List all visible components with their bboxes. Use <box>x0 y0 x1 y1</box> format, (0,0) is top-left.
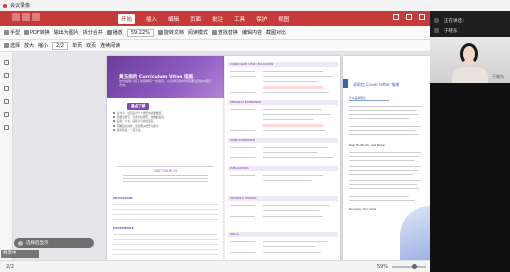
main-menu: 开始 插入 编辑 页面 批注 工具 保护 视图 <box>118 11 289 26</box>
status-bar: 2/2 59% <box>0 260 430 272</box>
menu-page[interactable]: 页面 <box>190 15 201 23</box>
search-sidebar-icon[interactable] <box>3 112 9 117</box>
page3-accent-bar <box>343 79 348 88</box>
meeting-top-bar: 会议录像 <box>0 0 510 11</box>
speaker-header: 正在讲话： 于晓东 <box>430 11 510 37</box>
minimize-icon[interactable] <box>393 14 399 20</box>
status-zoom: 59% <box>376 263 388 270</box>
user-icon <box>434 28 439 33</box>
continuous-read-button[interactable]: 连续阅读 <box>100 42 120 49</box>
zoom-out-button[interactable]: 缩小 <box>38 42 48 49</box>
zoom-slider[interactable] <box>392 263 426 269</box>
avatar-icon <box>18 240 23 246</box>
ribbon-toolbar: 手型 PDF转换 输出为图片 拆分合并 播放 59.22% 旋转文档 阅读模式 … <box>0 26 430 40</box>
page3-heading: 什么是求职信 <box>349 96 366 100</box>
double-page-button[interactable]: 双页 <box>86 42 96 49</box>
resume-title: CAST YOUR CV <box>153 169 178 173</box>
menu-view[interactable]: 视图 <box>278 15 289 23</box>
meeting-title: 会议录像 <box>10 3 31 9</box>
sharing-indicator: 共享中 <box>1 250 39 258</box>
tab-icon-2[interactable] <box>32 13 40 21</box>
overlay-chip[interactable]: 选择后显示 <box>14 238 94 248</box>
window-tab-strip <box>12 13 40 21</box>
participant-body <box>452 67 488 83</box>
menu-tools[interactable]: 工具 <box>234 15 245 23</box>
to-image-button[interactable]: 输出为图片 <box>54 29 79 36</box>
status-page: 2/2 <box>6 263 15 270</box>
menu-annotate[interactable]: 批注 <box>212 15 223 23</box>
window-controls <box>393 14 425 20</box>
left-sidebar <box>0 52 13 260</box>
page1-subtitle: 这份指南介绍了如何撰写一份简历，以及撰写的时候需要注意的内容与方法。 <box>119 79 213 87</box>
page3-salutation: Dear Mr./Ms./Dr. Last Name: <box>349 144 386 147</box>
recording-icon <box>3 3 7 8</box>
bookmark-icon[interactable] <box>3 73 9 78</box>
page3-signoff: Sincerely, Your name <box>349 208 377 211</box>
tab-icon[interactable] <box>22 13 30 21</box>
play-icon <box>106 30 112 35</box>
page3-title: 求职信 Cover letter 指南 <box>353 82 400 87</box>
page-number-input[interactable]: 2/2 <box>52 41 69 50</box>
search-icon <box>211 30 217 35</box>
p2-section: CURRICULUM VITAE / EDUCATION <box>228 62 338 67</box>
hand-icon <box>4 30 9 35</box>
participant-head <box>460 43 478 65</box>
attachment-icon[interactable] <box>3 99 9 104</box>
p2-section: SKILLS <box>228 232 338 237</box>
maximize-icon[interactable] <box>406 14 412 20</box>
document-page-1: 黄玉雨的 Curriculum Vitae 指南 这份指南介绍了如何撰写一份简历… <box>107 56 224 260</box>
read-mode-button[interactable]: 阅读模式 <box>188 29 208 36</box>
comment-icon[interactable] <box>3 86 9 91</box>
home-icon[interactable] <box>12 13 20 21</box>
p2-section: WORK EXPERIENCE <box>228 138 338 143</box>
cursor-icon <box>4 43 9 48</box>
layers-icon[interactable] <box>3 125 9 130</box>
select-tool-button[interactable]: 选择 <box>4 42 20 49</box>
page3-decoration <box>400 206 430 260</box>
bullet-item: 保持简洁，一页为宜。 <box>113 128 218 133</box>
pdf-convert-button[interactable]: PDF转换 <box>24 29 50 36</box>
zoom-input[interactable]: 59.22% <box>126 28 154 37</box>
edit-content-button[interactable]: 编辑内容 <box>242 29 262 36</box>
screenshot-compare-button[interactable]: 截图对比 <box>266 29 286 36</box>
page1-bullets: 是什么：简历是对个人经历的简要概括。 需要怎样写：分条列出经历，用数据说话。 避… <box>113 112 218 133</box>
hand-tool-button[interactable]: 手型 <box>4 29 20 36</box>
document-canvas[interactable]: 黄玉雨的 Curriculum Vitae 指南 这份指南介绍了如何撰写一份简历… <box>13 52 430 260</box>
mic-icon <box>434 18 439 23</box>
resume-sample: CAST YOUR CV <box>117 166 214 190</box>
rotate-button[interactable]: 旋转文档 <box>157 29 184 36</box>
title-bar: 开始 插入 编辑 页面 批注 工具 保护 视图 <box>0 11 430 26</box>
menu-protect[interactable]: 保护 <box>256 15 267 23</box>
secondary-toolbar: 选择 放大 缩小 2/2 单页 双页 连续阅读 <box>0 40 430 52</box>
section-experience: EXPERIENCE <box>113 226 134 230</box>
participant-label: 于晓东 <box>492 74 504 79</box>
video-panel: 正在讲话： 于晓东 于晓东 <box>430 11 510 272</box>
play-button[interactable]: 播放 <box>106 29 123 36</box>
zoom-slider-knob[interactable] <box>412 263 417 269</box>
zoom-in-button[interactable]: 放大 <box>24 42 34 49</box>
split-merge-button[interactable]: 拆分合并 <box>83 29 103 36</box>
document-page-2: CURRICULUM VITAE / EDUCATION RESEARCH EX… <box>224 56 340 260</box>
speaking-label: 正在讲话： <box>444 19 467 24</box>
menu-insert[interactable]: 插入 <box>146 15 157 23</box>
p2-section: AWARDS & HONORS <box>228 196 338 201</box>
pdf-app-window: 开始 插入 编辑 页面 批注 工具 保护 视图 手型 PDF转换 输出为图片 拆… <box>0 11 430 272</box>
single-page-button[interactable]: 单页 <box>72 42 82 49</box>
find-replace-button[interactable]: 查找替换 <box>211 29 238 36</box>
convert-icon <box>24 30 30 35</box>
rotate-icon <box>157 30 163 35</box>
close-icon[interactable] <box>419 14 425 20</box>
menu-edit[interactable]: 编辑 <box>168 15 179 23</box>
section-education: EDUCATION <box>113 196 133 200</box>
menu-start[interactable]: 开始 <box>118 13 136 24</box>
p2-section: PUBLICATIONS <box>228 166 338 171</box>
speaker-name: 于晓东 <box>444 29 458 34</box>
participant-video[interactable]: 于晓东 <box>430 37 510 83</box>
document-page-3: 求职信 Cover letter 指南 什么是求职信 Dear Mr./Ms./… <box>343 56 430 260</box>
p2-section: RESEARCH EXPERIENCE <box>228 100 338 105</box>
thumbnail-icon[interactable] <box>3 60 9 65</box>
page1-pill: 重点了解 <box>127 103 150 110</box>
